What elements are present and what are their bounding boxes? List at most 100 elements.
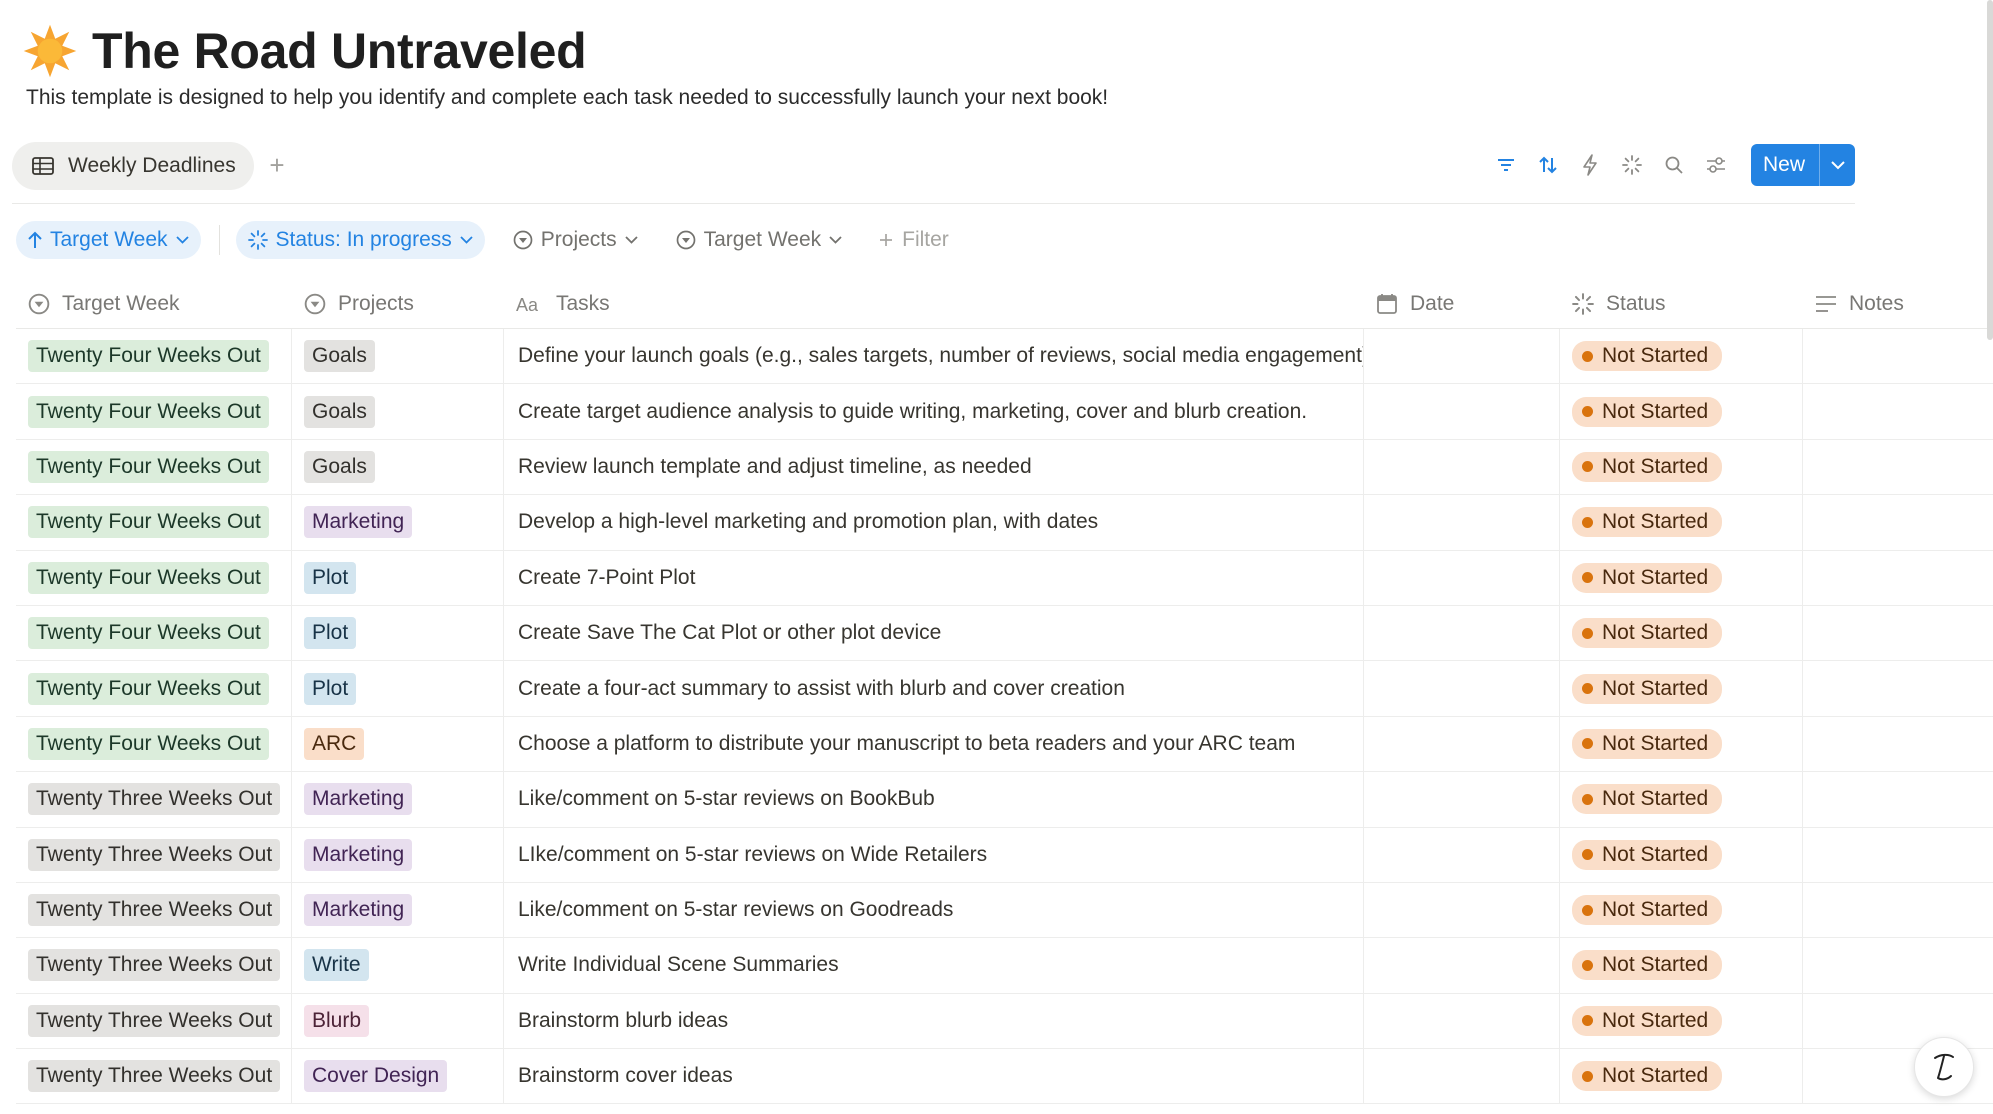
cell-date[interactable] [1364, 439, 1560, 495]
cell-status[interactable]: Not Started [1560, 495, 1803, 550]
status-filter-chip[interactable]: Status: In progress [235, 221, 485, 259]
cell-date[interactable] [1364, 1049, 1560, 1104]
table-row[interactable]: Twenty Three Weeks Out Marketing Like/co… [16, 882, 1993, 939]
sort-chip[interactable]: Target Week [16, 221, 201, 259]
cell-target-week[interactable]: Twenty Four Weeks Out [16, 439, 292, 495]
add-view-button[interactable]: + [262, 150, 292, 180]
cell-notes[interactable] [1803, 883, 1993, 937]
cell-target-week[interactable]: Twenty Three Weeks Out [16, 993, 292, 1049]
cell-notes[interactable] [1803, 994, 1993, 1048]
cell-project[interactable]: Blurb [292, 993, 504, 1049]
cell-task[interactable]: Brainstorm cover ideas [504, 1049, 1364, 1104]
settings-icon[interactable] [1695, 144, 1737, 186]
cell-project[interactable]: Plot [292, 550, 504, 605]
table-row[interactable]: Twenty Four Weeks Out Plot Create 7-Poin… [16, 550, 1993, 606]
cell-notes[interactable] [1803, 384, 1993, 438]
cell-status[interactable]: Not Started [1560, 716, 1803, 772]
new-button[interactable]: New [1750, 144, 1855, 186]
cell-project[interactable]: Write [292, 938, 504, 993]
cell-task[interactable]: Like/comment on 5-star reviews on BookBu… [504, 772, 1364, 827]
new-button-label[interactable]: New [1751, 144, 1819, 186]
cell-target-week[interactable]: Twenty Four Weeks Out [16, 384, 292, 439]
cell-notes[interactable] [1803, 606, 1993, 660]
cell-target-week[interactable]: Twenty Four Weeks Out [16, 605, 292, 661]
cell-status[interactable]: Not Started [1560, 938, 1803, 993]
cell-project[interactable]: Marketing [292, 827, 504, 882]
cell-date[interactable] [1364, 882, 1560, 938]
cell-notes[interactable] [1803, 938, 1993, 992]
cell-task[interactable]: Review launch template and adjust timeli… [504, 439, 1364, 495]
cell-task[interactable]: Define your launch goals (e.g., sales ta… [504, 329, 1364, 384]
cell-status[interactable]: Not Started [1560, 605, 1803, 661]
cell-task[interactable]: Create Save The Cat Plot or other plot d… [504, 605, 1364, 661]
cell-project[interactable]: Marketing [292, 772, 504, 827]
cell-target-week[interactable]: Twenty Three Weeks Out [16, 1049, 292, 1104]
table-row[interactable]: Twenty Three Weeks Out Blurb Brainstorm … [16, 993, 1993, 1050]
cell-target-week[interactable]: Twenty Four Weeks Out [16, 661, 292, 716]
cell-date[interactable] [1364, 550, 1560, 605]
cell-project[interactable]: Cover Design [292, 1049, 504, 1104]
cell-date[interactable] [1364, 661, 1560, 716]
table-row[interactable]: Twenty Four Weeks Out Marketing Develop … [16, 495, 1993, 551]
column-header-target-week[interactable]: Target Week [16, 280, 292, 328]
cell-task[interactable]: Create a four-act summary to assist with… [504, 661, 1364, 716]
column-header-date[interactable]: Date [1364, 280, 1560, 328]
cell-date[interactable] [1364, 495, 1560, 550]
cell-notes[interactable] [1803, 495, 1993, 549]
column-header-tasks[interactable]: Aa Tasks [504, 280, 1364, 328]
cell-date[interactable] [1364, 605, 1560, 661]
table-row[interactable]: Twenty Three Weeks Out Write Write Indiv… [16, 938, 1993, 994]
sort-icon[interactable] [1527, 144, 1569, 186]
cell-target-week[interactable]: Twenty Three Weeks Out [16, 882, 292, 938]
table-row[interactable]: Twenty Four Weeks Out Goals Review launc… [16, 439, 1993, 496]
cell-date[interactable] [1364, 384, 1560, 439]
scrollbar[interactable] [1987, 0, 1993, 340]
cell-project[interactable]: Goals [292, 384, 504, 439]
cell-date[interactable] [1364, 329, 1560, 384]
cell-status[interactable]: Not Started [1560, 993, 1803, 1049]
table-row[interactable]: Twenty Three Weeks Out Marketing Like/co… [16, 772, 1993, 828]
loading-icon[interactable] [1611, 144, 1653, 186]
cell-notes[interactable] [1803, 661, 1993, 715]
cell-status[interactable]: Not Started [1560, 882, 1803, 938]
chevron-down-icon[interactable] [1819, 144, 1855, 186]
cell-notes[interactable] [1803, 551, 1993, 605]
cell-target-week[interactable]: Twenty Four Weeks Out [16, 550, 292, 605]
cell-target-week[interactable]: Twenty Four Weeks Out [16, 495, 292, 550]
cell-status[interactable]: Not Started [1560, 661, 1803, 716]
search-icon[interactable] [1653, 144, 1695, 186]
cell-status[interactable]: Not Started [1560, 772, 1803, 827]
cell-project[interactable]: Goals [292, 439, 504, 495]
cell-task[interactable]: Develop a high-level marketing and promo… [504, 495, 1364, 550]
table-row[interactable]: Twenty Four Weeks Out Goals Create targe… [16, 384, 1993, 440]
help-quill-icon[interactable] [1914, 1037, 1974, 1097]
projects-filter-chip[interactable]: Projects [503, 221, 648, 259]
cell-status[interactable]: Not Started [1560, 384, 1803, 439]
cell-notes[interactable] [1803, 329, 1993, 383]
cell-task[interactable]: Like/comment on 5-star reviews on Goodre… [504, 882, 1364, 938]
cell-status[interactable]: Not Started [1560, 1049, 1803, 1104]
cell-project[interactable]: Marketing [292, 495, 504, 550]
cell-notes[interactable] [1803, 772, 1993, 826]
cell-task[interactable]: Brainstorm blurb ideas [504, 993, 1364, 1049]
cell-project[interactable]: Goals [292, 329, 504, 384]
table-row[interactable]: Twenty Four Weeks Out Goals Define your … [16, 329, 1993, 385]
automation-icon[interactable] [1569, 144, 1611, 186]
cell-project[interactable]: Marketing [292, 882, 504, 938]
cell-task[interactable]: Create 7-Point Plot [504, 550, 1364, 605]
table-row[interactable]: Twenty Four Weeks Out Plot Create a four… [16, 661, 1993, 717]
cell-date[interactable] [1364, 772, 1560, 827]
cell-status[interactable]: Not Started [1560, 439, 1803, 495]
cell-task[interactable]: Choose a platform to distribute your man… [504, 716, 1364, 772]
cell-date[interactable] [1364, 716, 1560, 772]
cell-status[interactable]: Not Started [1560, 550, 1803, 605]
cell-notes[interactable] [1803, 828, 1993, 882]
cell-project[interactable]: Plot [292, 661, 504, 716]
cell-task[interactable]: LIke/comment on 5-star reviews on Wide R… [504, 827, 1364, 882]
column-header-status[interactable]: Status [1560, 280, 1803, 328]
target-week-filter-chip[interactable]: Target Week [666, 221, 853, 259]
table-row[interactable]: Twenty Three Weeks Out Cover Design Brai… [16, 1049, 1993, 1105]
cell-target-week[interactable]: Twenty Three Weeks Out [16, 772, 292, 827]
cell-date[interactable] [1364, 938, 1560, 993]
cell-task[interactable]: Create target audience analysis to guide… [504, 384, 1364, 439]
